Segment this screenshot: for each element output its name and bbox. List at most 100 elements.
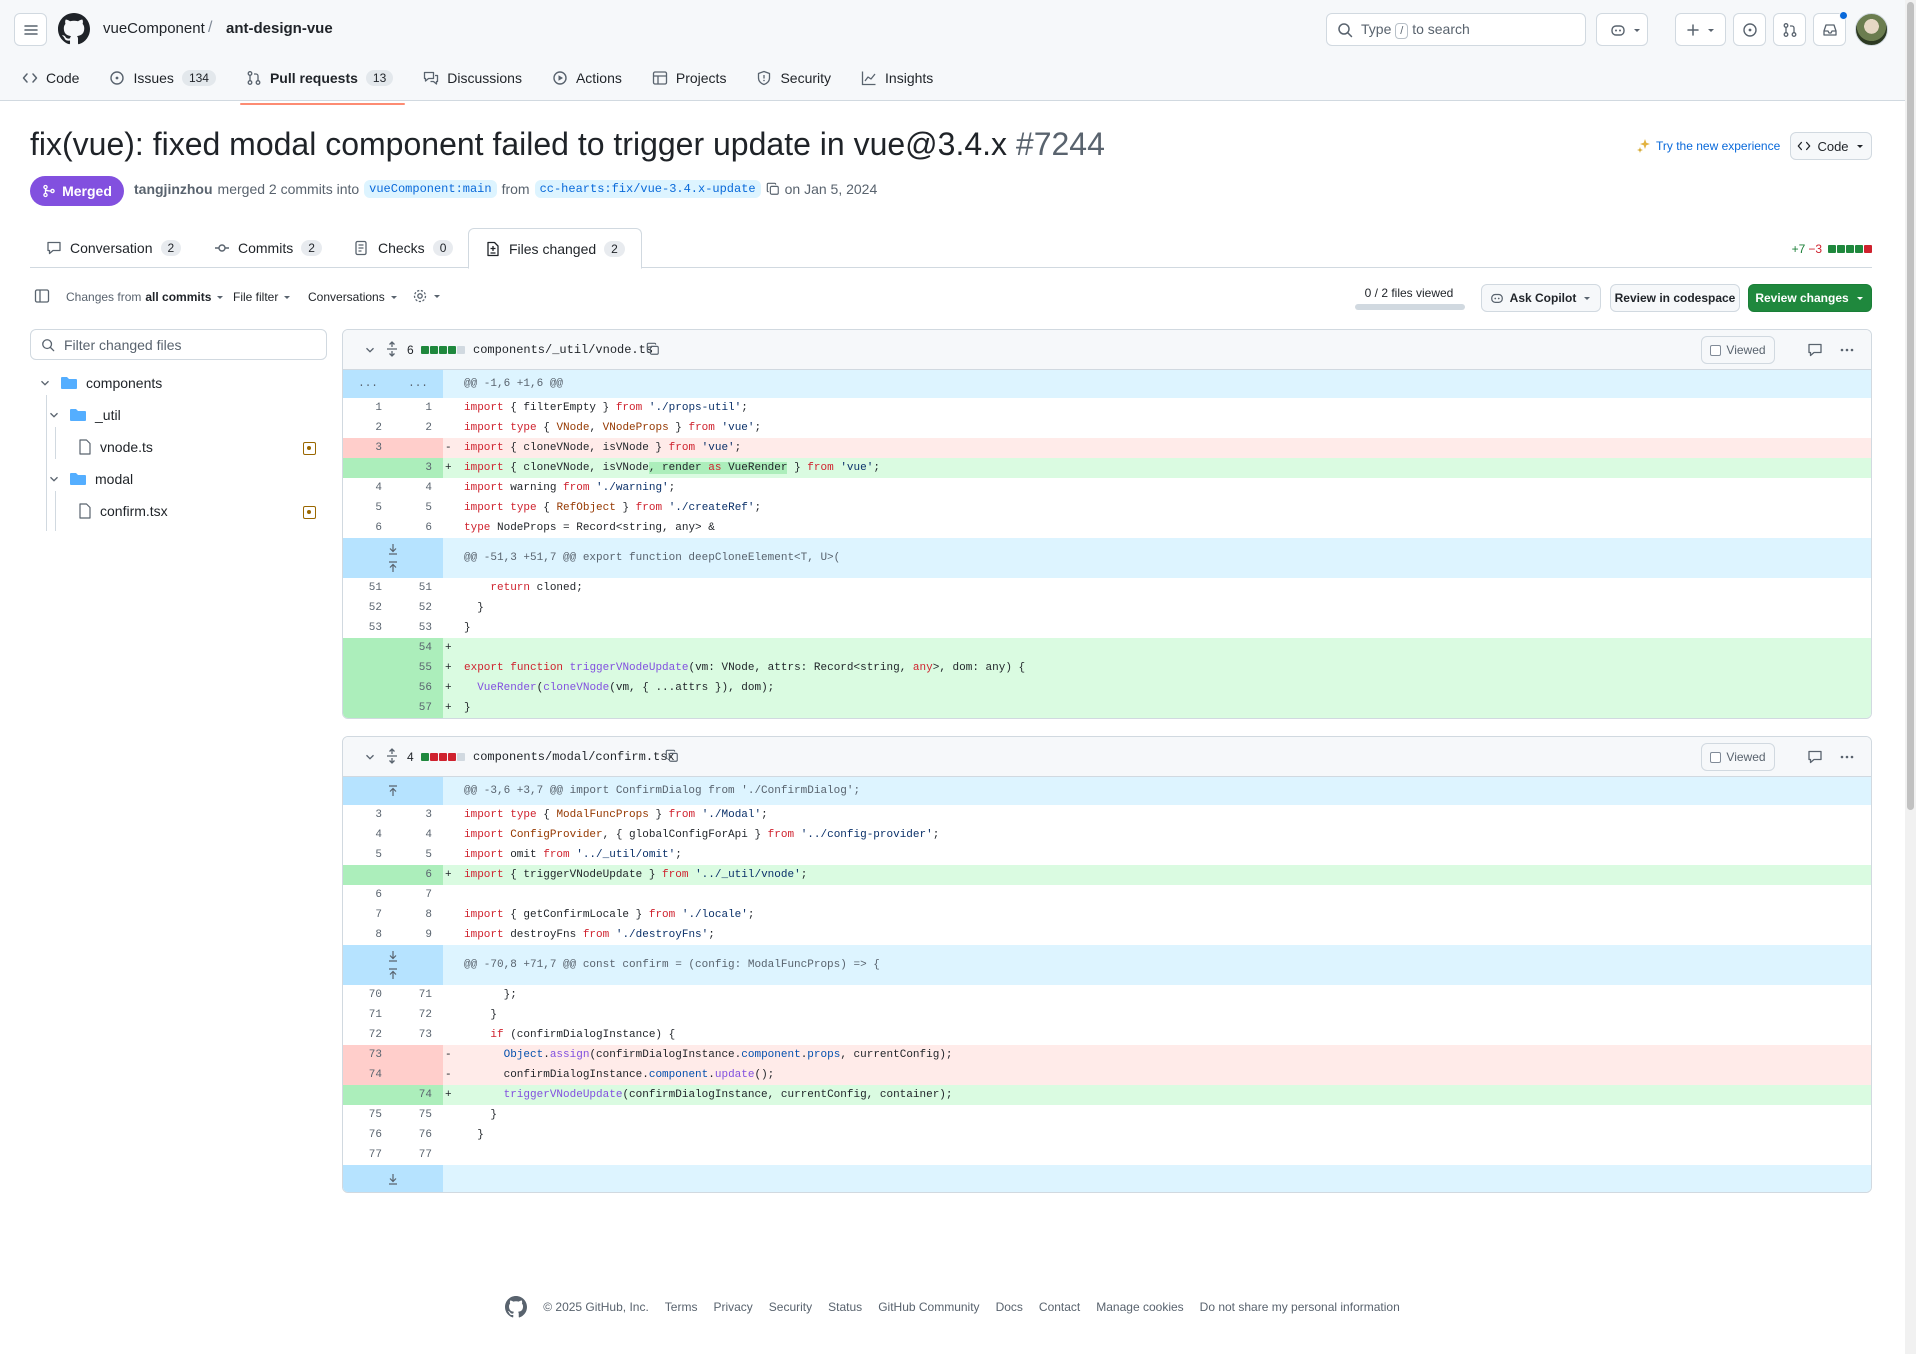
tree-file-vnode[interactable]: vnode.ts: [78, 439, 153, 455]
notification-dot: [1839, 11, 1848, 20]
expand-up-icon[interactable]: [387, 968, 399, 980]
copy-icon[interactable]: [646, 342, 660, 356]
scrollbar-thumb[interactable]: [1907, 2, 1914, 810]
footer-link-contact[interactable]: Contact: [1039, 1300, 1080, 1314]
tab-checks[interactable]: Checks 0: [338, 228, 469, 268]
expand-up-icon[interactable]: [387, 785, 399, 797]
expand-down-icon[interactable]: [387, 950, 399, 962]
tree-folder-components[interactable]: components: [38, 375, 162, 391]
expand-up-icon[interactable]: [387, 561, 399, 573]
diff-line-deleted: 74- confirmDialogInstance.component.upda…: [343, 1065, 1871, 1085]
chevron-down-icon[interactable]: [363, 750, 377, 764]
footer-link-community[interactable]: GitHub Community: [878, 1300, 979, 1314]
chevron-down-icon[interactable]: [363, 343, 377, 357]
pull-requests-button[interactable]: [1773, 13, 1806, 46]
review-changes-label: Review changes: [1755, 291, 1849, 305]
review-in-codespace-button[interactable]: Review in codespace: [1610, 284, 1740, 312]
viewed-checkbox[interactable]: Viewed: [1701, 743, 1775, 771]
review-in-codespace-label: Review in codespace: [1614, 291, 1736, 305]
viewed-label: Viewed: [1726, 343, 1766, 357]
pr-author-link[interactable]: tangjinzhou: [134, 181, 213, 197]
try-new-experience-link[interactable]: Try the new experience: [1636, 138, 1780, 154]
search-input[interactable]: Type / to search: [1326, 13, 1586, 46]
conversations-dropdown[interactable]: Conversations: [308, 290, 399, 304]
expand-dots-right[interactable]: ...: [393, 370, 443, 398]
tab-insights[interactable]: Insights: [859, 66, 945, 90]
copy-icon[interactable]: [766, 182, 780, 196]
tab-security[interactable]: Security: [754, 66, 843, 90]
head-branch[interactable]: cc-hearts:fix/vue-3.4.x-update: [534, 180, 761, 198]
viewed-checkbox[interactable]: Viewed: [1701, 336, 1775, 364]
tab-conversation[interactable]: Conversation 2: [30, 228, 197, 268]
repo-name-link[interactable]: ant-design-vue: [226, 20, 333, 37]
kebab-horizontal-icon[interactable]: [1839, 342, 1855, 358]
footer-link-status[interactable]: Status: [828, 1300, 862, 1314]
checklist-icon: [355, 240, 367, 256]
footer-link-privacy[interactable]: Privacy: [713, 1300, 752, 1314]
repo-owner-link[interactable]: vueComponent: [103, 20, 205, 37]
tab-issues[interactable]: Issues 134: [107, 66, 228, 90]
tab-projects[interactable]: Projects: [650, 66, 739, 90]
code-icon: [1798, 141, 1811, 151]
tab-actions[interactable]: Actions: [550, 66, 634, 90]
inbox-button[interactable]: [1813, 11, 1848, 46]
filter-placeholder: Filter changed files: [64, 336, 182, 353]
expand-down-icon[interactable]: [387, 1173, 399, 1185]
changes-from-dropdown[interactable]: Changes from all commits: [66, 290, 225, 304]
expand-down-icon[interactable]: [387, 543, 399, 555]
create-new-button[interactable]: [1675, 13, 1726, 46]
tab-files-changed[interactable]: Files changed 2: [468, 228, 642, 269]
tab-code[interactable]: Code: [20, 66, 91, 90]
tree-file-confirm[interactable]: confirm.tsx: [78, 503, 168, 519]
diff-file-header: 4 components/modal/confirm.tsx Viewed: [343, 737, 1871, 777]
diffstat-blocks: [1828, 245, 1872, 253]
footer-link-do-not-share[interactable]: Do not share my personal information: [1200, 1300, 1400, 1314]
triangle-down-icon: [284, 296, 291, 299]
deletions-count: −3: [1808, 242, 1822, 256]
base-branch[interactable]: vueComponent:main: [364, 180, 497, 198]
issues-button[interactable]: [1733, 13, 1766, 46]
diff-line: 53 53}: [368, 622, 471, 634]
hunk-text: @@ -70,8 +71,7 @@ const confirm = (confi…: [464, 959, 880, 971]
diff-blocks: [421, 753, 465, 761]
tree-folder-modal[interactable]: modal: [47, 471, 133, 487]
menu-button[interactable]: [14, 13, 47, 46]
pr-tabs: Conversation 2 Commits 2 Checks 0 Files …: [30, 228, 1872, 269]
file-diff-icon: [487, 241, 499, 256]
review-changes-button[interactable]: Review changes: [1748, 284, 1872, 312]
footer-link-security[interactable]: Security: [769, 1300, 812, 1314]
unfold-icon[interactable]: [385, 748, 399, 764]
file-filter-dropdown[interactable]: File filter: [233, 290, 292, 304]
copilot-dropdown-button[interactable]: [1626, 13, 1648, 46]
file-path[interactable]: components/_util/vnode.ts: [473, 343, 653, 357]
toggle-file-tree-button[interactable]: [34, 288, 50, 304]
unfold-icon[interactable]: [385, 341, 399, 357]
footer-link-terms[interactable]: Terms: [665, 1300, 698, 1314]
filter-changed-files-input[interactable]: Filter changed files: [30, 329, 327, 360]
github-logo-icon[interactable]: [58, 13, 90, 45]
diff-settings-button[interactable]: [412, 288, 442, 304]
tree-folder-util[interactable]: _util: [47, 407, 121, 423]
triangle-down-icon: [1584, 297, 1591, 300]
ask-copilot-button[interactable]: Ask Copilot: [1481, 284, 1601, 312]
tab-commits[interactable]: Commits 2: [198, 228, 338, 268]
github-logo-icon[interactable]: [505, 1296, 528, 1318]
copy-icon[interactable]: [665, 749, 679, 763]
page-scrollbar[interactable]: [1905, 0, 1916, 1354]
tab-discussions[interactable]: Discussions: [421, 66, 534, 90]
diff-line: 1 1 import { filterEmpty } from './props-u…: [375, 402, 748, 414]
footer-link-docs[interactable]: Docs: [996, 1300, 1023, 1314]
expand-dots-left[interactable]: ...: [343, 370, 393, 398]
file-icon: [79, 503, 91, 519]
comment-icon[interactable]: [1807, 342, 1823, 358]
file-icon: [79, 439, 91, 455]
tab-pull-requests[interactable]: Pull requests 13: [239, 66, 406, 105]
code-button[interactable]: Code: [1790, 132, 1872, 160]
triangle-down-icon: [1633, 28, 1640, 32]
footer-copyright: © 2025 GitHub, Inc.: [543, 1300, 649, 1314]
avatar[interactable]: [1855, 13, 1888, 46]
comment-icon[interactable]: [1807, 749, 1823, 765]
kebab-horizontal-icon[interactable]: [1839, 749, 1855, 765]
file-path[interactable]: components/modal/confirm.tsx: [473, 750, 675, 764]
footer-link-manage-cookies[interactable]: Manage cookies: [1096, 1300, 1183, 1314]
